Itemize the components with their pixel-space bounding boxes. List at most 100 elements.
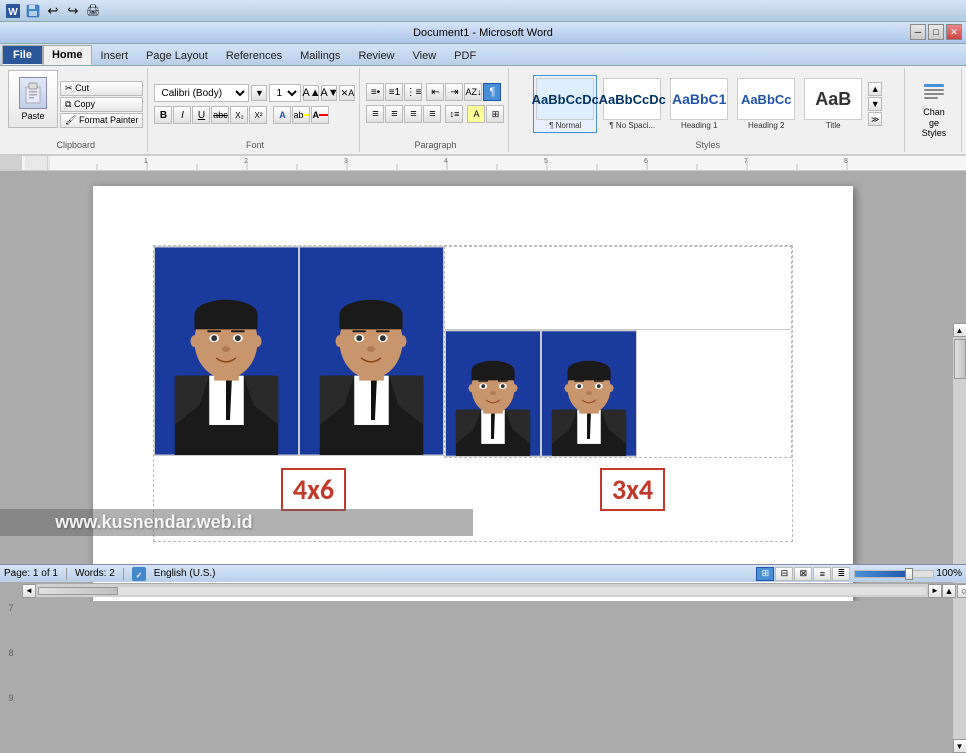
scroll-up-button[interactable]: ▲ <box>953 323 966 337</box>
tab-file[interactable]: File <box>2 45 43 65</box>
change-styles-button[interactable]: ChangeStyles <box>909 76 959 144</box>
svg-text:6: 6 <box>644 158 648 165</box>
line-spacing-button[interactable]: ↕≡ <box>445 105 463 123</box>
select-object-button[interactable]: ○ <box>957 584 966 598</box>
quick-access-toolbar: W ↩ ↪ 🖨 <box>0 0 966 22</box>
page-line-8: 8 <box>8 648 13 658</box>
align-center-button[interactable]: ≡ <box>385 105 403 123</box>
strikethrough-button[interactable]: abc <box>211 106 229 124</box>
maximize-button[interactable]: □ <box>928 24 944 40</box>
format-painter-button[interactable]: 🖌 Format Painter <box>60 113 143 128</box>
styles-scroll-up[interactable]: ▲ <box>868 82 882 96</box>
sort-button[interactable]: AZ↓ <box>464 83 482 101</box>
tab-page-layout[interactable]: Page Layout <box>137 45 217 65</box>
title-bar: Document1 - Microsoft Word ─ □ ✕ <box>0 22 966 44</box>
style-title[interactable]: AaB Title <box>801 75 865 133</box>
borders-button[interactable]: ⊞ <box>486 105 504 123</box>
quick-print-button[interactable]: 🖨 <box>84 2 102 20</box>
copy-button[interactable]: ⧉ Copy <box>60 97 143 112</box>
paste-button[interactable]: Paste <box>8 70 58 128</box>
tab-insert[interactable]: Insert <box>92 45 138 65</box>
photo-4x6-1 <box>154 246 299 456</box>
increase-indent-button[interactable]: ⇥ <box>445 83 463 101</box>
prev-page-button[interactable]: ▲ <box>942 584 956 598</box>
show-hide-button[interactable]: ¶ <box>483 83 501 101</box>
underline-button[interactable]: U <box>192 106 210 124</box>
tab-review[interactable]: Review <box>349 45 403 65</box>
web-layout-button[interactable]: ⊠ <box>794 567 812 581</box>
print-layout-button[interactable]: ⊞ <box>756 567 774 581</box>
page-controls: ▲ ○ ▼ <box>942 584 966 598</box>
style-normal[interactable]: AaBbCcDc ¶ Normal <box>533 75 597 133</box>
style-no-spacing[interactable]: AaBbCcDc ¶ No Spaci... <box>600 75 664 133</box>
horizontal-scrollbar[interactable]: ◄ ► ▲ ○ ▼ <box>22 583 966 597</box>
minimize-button[interactable]: ─ <box>910 24 926 40</box>
outline-button[interactable]: ≡ <box>813 567 831 581</box>
undo-button[interactable]: ↩ <box>44 2 62 20</box>
status-bar: Page: 1 of 1 Words: 2 ✓ English (U.S.) ⊞… <box>0 564 966 582</box>
word-icon: W <box>4 2 22 20</box>
tab-mailings[interactable]: Mailings <box>291 45 349 65</box>
vertical-scrollbar[interactable]: ▲ ▼ <box>952 323 966 753</box>
font-color-button[interactable]: A <box>311 106 329 124</box>
paragraph-group: ≡• ≡1 ⋮≡ ⇤ ⇥ AZ↓ ¶ ≡ ≡ ≡ ≡ ↕≡ A ⊞ Parag <box>362 68 509 152</box>
styles-scroll-down[interactable]: ▼ <box>868 97 882 111</box>
numbering-button[interactable]: ≡1 <box>385 83 403 101</box>
bullets-button[interactable]: ≡• <box>366 83 384 101</box>
zoom-fill <box>855 571 910 577</box>
style-heading2-label: Heading 2 <box>748 121 784 130</box>
cut-button[interactable]: ✂ Cut <box>60 81 143 96</box>
font-family-select[interactable]: Calibri (Body) <box>154 84 249 102</box>
status-right: ⊞ ⊟ ⊠ ≡ ≣ 100% <box>756 567 962 581</box>
horizontal-thumb[interactable] <box>38 587 118 595</box>
status-sep-2 <box>123 568 124 580</box>
subscript-button[interactable]: X₂ <box>230 106 248 124</box>
draft-button[interactable]: ≣ <box>832 567 850 581</box>
spell-check-area[interactable]: ✓ <box>132 567 146 581</box>
tab-references[interactable]: References <box>217 45 291 65</box>
tab-view[interactable]: View <box>404 45 446 65</box>
clipboard-small-buttons: ✂ Cut ⧉ Copy 🖌 Format Painter <box>60 70 143 138</box>
photo-3x4-empty <box>445 247 791 330</box>
scroll-thumb[interactable] <box>954 339 966 379</box>
style-heading1[interactable]: AaBbC1 Heading 1 <box>667 75 731 133</box>
highlight-button[interactable]: ab <box>292 106 310 124</box>
font-size-up-btn[interactable]: A▲ <box>303 85 319 101</box>
bold-button[interactable]: B <box>154 106 172 124</box>
zoom-area: 100% <box>854 568 962 579</box>
italic-button[interactable]: I <box>173 106 191 124</box>
superscript-button[interactable]: X² <box>249 106 267 124</box>
style-normal-label: ¶ Normal <box>549 121 581 130</box>
redo-button[interactable]: ↪ <box>64 2 82 20</box>
scroll-left-button[interactable]: ◄ <box>22 584 36 598</box>
horizontal-track <box>38 587 926 595</box>
align-left-button[interactable]: ≡ <box>366 105 384 123</box>
text-effect-button[interactable]: A <box>273 106 291 124</box>
save-button[interactable] <box>24 2 42 20</box>
photo-3x4-row <box>445 330 791 457</box>
svg-text:5: 5 <box>544 158 548 165</box>
scroll-right-button[interactable]: ► <box>928 584 942 598</box>
shading-button[interactable]: A <box>467 105 485 123</box>
font-expand-btn[interactable]: ▼ <box>251 85 267 101</box>
clear-format-btn[interactable]: ✕A <box>339 85 355 101</box>
justify-button[interactable]: ≡ <box>423 105 441 123</box>
full-screen-button[interactable]: ⊟ <box>775 567 793 581</box>
photo-3x4-area <box>444 246 792 458</box>
style-heading1-preview: AaBbC1 <box>670 78 728 120</box>
tab-pdf[interactable]: PDF <box>445 45 485 65</box>
svg-text:7: 7 <box>744 158 748 165</box>
tab-home[interactable]: Home <box>43 45 92 65</box>
decrease-indent-button[interactable]: ⇤ <box>426 83 444 101</box>
close-button[interactable]: ✕ <box>946 24 962 40</box>
styles-more-button[interactable]: ≫ <box>868 112 882 126</box>
multilevel-button[interactable]: ⋮≡ <box>404 83 422 101</box>
zoom-handle[interactable] <box>905 568 913 580</box>
zoom-slider[interactable] <box>854 570 934 578</box>
align-right-button[interactable]: ≡ <box>404 105 422 123</box>
font-size-select[interactable]: 11 <box>269 84 301 102</box>
style-no-spacing-label: ¶ No Spaci... <box>609 121 655 130</box>
font-size-down-btn[interactable]: A▼ <box>321 85 337 101</box>
style-heading2[interactable]: AaBbCc Heading 2 <box>734 75 798 133</box>
scroll-down-button[interactable]: ▼ <box>953 739 966 753</box>
